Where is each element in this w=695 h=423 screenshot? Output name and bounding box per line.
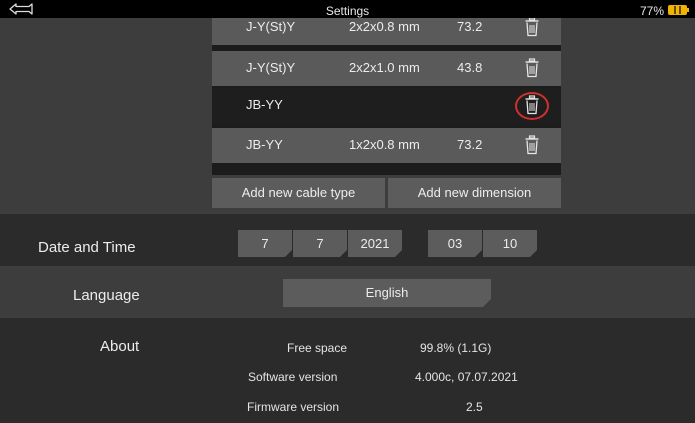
battery-level: 77% (639, 4, 664, 18)
software-version-value: 4.000c, 07.07.2021 (415, 370, 518, 384)
about-label: About (100, 338, 140, 355)
cable-row[interactable]: J-Y(St)Y 2x2x1.0 mm 43.8 (212, 51, 561, 86)
date-time-section: Date and Time 7 7 2021 03 10 (0, 214, 695, 266)
cable-value: 73.2 (457, 19, 483, 34)
page-title: Settings (325, 4, 370, 18)
language-label: Language (73, 287, 140, 304)
language-section: Language English (0, 266, 695, 318)
cable-dimension: 2x2x0.8 mm (349, 19, 420, 34)
cable-type: JB-YY (246, 97, 283, 112)
trash-icon[interactable] (524, 135, 540, 155)
trash-icon[interactable] (524, 58, 540, 78)
firmware-version-value: 2.5 (466, 400, 483, 414)
day-field[interactable]: 7 (238, 230, 292, 257)
trash-icon[interactable] (524, 95, 540, 115)
cable-list[interactable]: J-Y(St)Y 2x2x0.8 mm 73.2 J-Y(St)Y 2x2x1.… (212, 18, 561, 175)
cable-dimension: 2x2x1.0 mm (349, 60, 420, 75)
firmware-version-label: Firmware version (247, 400, 340, 414)
battery-icon (668, 5, 689, 15)
about-section: About Free space 99.8% (1.1G) Software v… (0, 318, 695, 423)
cable-value: 43.8 (457, 60, 483, 75)
cable-dimension: 1x2x0.8 mm (349, 137, 420, 152)
trash-icon[interactable] (524, 18, 540, 37)
month-field[interactable]: 7 (293, 230, 347, 257)
cable-row[interactable]: JB-YY 1x2x0.8 mm 73.2 (212, 128, 561, 163)
status-bar: Settings 77% (0, 0, 695, 18)
minute-field[interactable]: 10 (483, 230, 537, 257)
language-select[interactable]: English (283, 279, 491, 307)
add-dimension-button[interactable]: Add new dimension (388, 178, 561, 208)
hour-field[interactable]: 03 (428, 230, 482, 257)
cable-type: JB-YY (246, 137, 283, 152)
free-space-label: Free space (287, 341, 348, 355)
add-cable-type-button[interactable]: Add new cable type (212, 178, 385, 208)
cable-row[interactable]: J-Y(St)Y 2x2x0.8 mm 73.2 (212, 18, 561, 45)
cable-type: J-Y(St)Y (246, 60, 296, 75)
cable-row-selected[interactable]: JB-YY (212, 88, 561, 123)
cable-value: 73.2 (457, 137, 483, 152)
cable-type: J-Y(St)Y (246, 19, 296, 34)
date-time-label: Date and Time (38, 239, 136, 256)
software-version-label: Software version (248, 370, 338, 384)
year-field[interactable]: 2021 (348, 230, 402, 257)
free-space-value: 99.8% (1.1G) (420, 341, 492, 355)
cable-section: J-Y(St)Y 2x2x0.8 mm 73.2 J-Y(St)Y 2x2x1.… (0, 18, 695, 214)
